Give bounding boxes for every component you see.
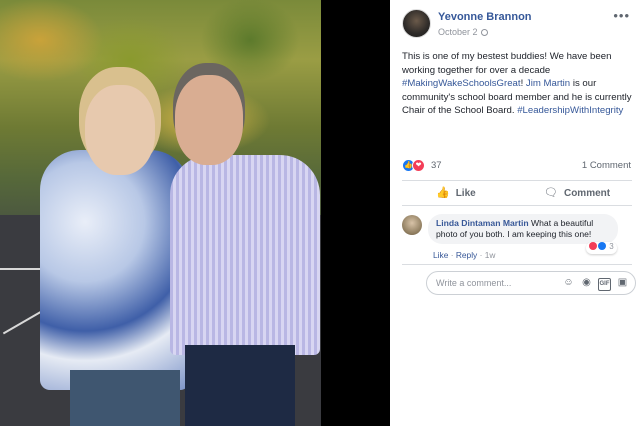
gif-icon[interactable]: GIF: [598, 278, 611, 291]
comment-author[interactable]: Linda Dintaman Martin: [436, 218, 529, 228]
photo-background-trees: [0, 0, 321, 170]
mention-link[interactable]: Jim Martin: [526, 78, 570, 89]
photo-man-head: [175, 75, 243, 165]
post-date-text[interactable]: October 2: [438, 27, 478, 37]
reaction-count[interactable]: 37: [431, 160, 442, 171]
post-panel: Yevonne Brannon October 2 ••• This is on…: [390, 0, 640, 426]
like-reaction-icon: [598, 242, 606, 250]
speech-bubble-icon: 🗨: [544, 187, 558, 199]
comment-reactions[interactable]: 3: [586, 242, 617, 254]
love-reaction-icon: ❤: [412, 159, 425, 172]
separator: ·: [448, 250, 456, 260]
comment-like-link[interactable]: Like: [433, 250, 448, 260]
hashtag-link[interactable]: #MakingWakeSchoolsGreat: [402, 78, 521, 89]
comment-button[interactable]: 🗨 Comment: [544, 186, 610, 199]
comment-button-label: Comment: [563, 188, 611, 199]
thumbs-up-icon: 👍: [436, 187, 450, 199]
post-text-part: This is one of my bestest buddies! We ha…: [402, 51, 612, 76]
more-options-icon[interactable]: •••: [613, 8, 630, 23]
sticker-icon[interactable]: ▣: [616, 276, 629, 289]
smiley-icon[interactable]: ☺: [562, 276, 575, 289]
photo-viewer: Yevonne Brannon October 2 ••• This is on…: [0, 0, 640, 426]
photo-man: [170, 155, 320, 355]
author-avatar[interactable]: [402, 9, 431, 38]
commenter-avatar[interactable]: [402, 215, 422, 235]
love-reaction-icon: [589, 242, 597, 250]
hashtag-link[interactable]: #LeadershipWithIntegrity: [517, 105, 623, 116]
comment-reaction-count: 3: [609, 242, 614, 251]
comment-composer[interactable]: ☺ ◉ GIF ▣: [426, 271, 636, 295]
divider: [402, 205, 632, 206]
separator: ·: [477, 250, 485, 260]
photo-woman: [40, 150, 190, 390]
camera-icon[interactable]: ◉: [580, 276, 593, 289]
photo-woman-jeans: [70, 370, 180, 426]
post-author[interactable]: Yevonne Brannon: [438, 11, 532, 23]
comment-time[interactable]: 1w: [485, 250, 496, 260]
like-button[interactable]: 👍 Like: [436, 186, 476, 199]
divider: [402, 264, 632, 265]
comment-bubble: Linda Dintaman Martin What a beautiful p…: [428, 214, 618, 244]
comment-actions: Like · Reply · 1w: [433, 250, 495, 260]
comment-reply-link[interactable]: Reply: [456, 250, 477, 260]
post-text: This is one of my bestest buddies! We ha…: [402, 50, 632, 118]
like-button-label: Like: [455, 188, 476, 199]
photo-woman-head: [85, 85, 155, 175]
photo-man-pants: [185, 345, 295, 426]
post-date[interactable]: October 2: [438, 27, 488, 37]
comment-text: Linda Dintaman Martin What a beautiful p…: [436, 218, 610, 240]
comment-count[interactable]: 1 Comment: [582, 160, 631, 171]
composer-icons: ☺ ◉ GIF ▣: [557, 276, 629, 291]
post-photo[interactable]: [0, 0, 321, 426]
divider: [402, 180, 632, 181]
globe-icon: [480, 29, 488, 36]
comment-input[interactable]: [436, 276, 546, 290]
